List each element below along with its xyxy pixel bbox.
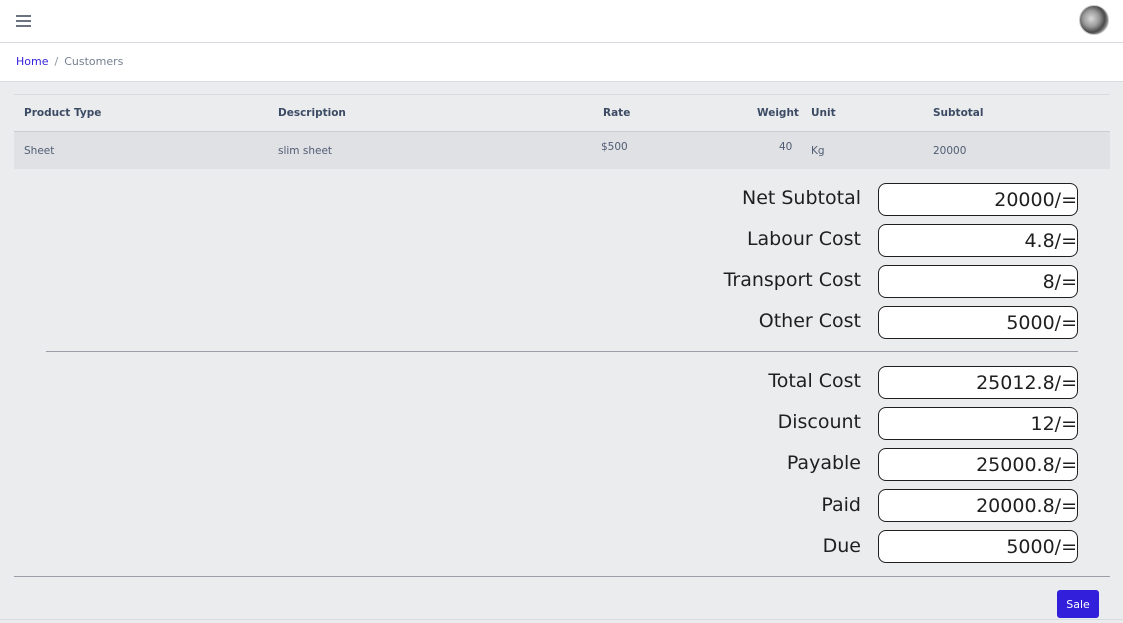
transport-cost-field[interactable] [878, 265, 1078, 298]
table-row: Sheet slim sheet $500 40 Kg 20000 [14, 132, 1110, 169]
column-header-subtotal: Subtotal [933, 107, 984, 119]
breadcrumb-current: Customers [64, 55, 124, 68]
transport-cost-label: Transport Cost [723, 269, 861, 291]
net-subtotal-label: Net Subtotal [741, 187, 861, 209]
table-header: Product Type Description Rate Weight Uni… [14, 95, 1110, 132]
breadcrumb-separator: / [54, 55, 59, 68]
column-header-description: Description [278, 107, 346, 119]
cell-unit: Kg [811, 145, 825, 157]
column-header-weight: Weight [757, 107, 799, 119]
discount-label: Discount [777, 411, 861, 433]
total-cost-label: Total Cost [768, 370, 861, 392]
total-cost-field[interactable] [878, 366, 1078, 399]
column-header-rate: Rate [603, 107, 631, 119]
labour-cost-label: Labour Cost [746, 228, 861, 250]
summary-divider [46, 351, 1078, 352]
other-cost-field[interactable] [878, 306, 1078, 339]
cell-weight: 40 [779, 141, 793, 153]
breadcrumb-bar: Home / Customers [0, 43, 1123, 82]
breadcrumb-home-link[interactable]: Home [16, 55, 48, 68]
cell-subtotal: 20000 [933, 145, 967, 157]
footer-divider [14, 576, 1110, 577]
column-header-unit: Unit [811, 107, 836, 119]
cell-rate: $500 [601, 141, 628, 153]
user-avatar[interactable] [1079, 5, 1109, 35]
due-label: Due [822, 535, 861, 557]
payable-field[interactable] [878, 448, 1078, 481]
paid-field[interactable] [878, 489, 1078, 522]
paid-label: Paid [821, 494, 861, 516]
cell-product-type: Sheet [24, 145, 55, 157]
breadcrumb: Home / Customers [16, 55, 123, 68]
payable-label: Payable [786, 452, 861, 474]
due-field[interactable] [878, 530, 1078, 563]
discount-field[interactable] [878, 407, 1078, 440]
other-cost-label: Other Cost [758, 310, 861, 332]
page-bottom-border [0, 619, 1123, 620]
column-header-product-type: Product Type [24, 107, 102, 119]
labour-cost-field[interactable] [878, 224, 1078, 257]
top-header [0, 0, 1123, 43]
cell-description: slim sheet [278, 145, 333, 157]
hamburger-menu-icon[interactable] [16, 14, 31, 27]
net-subtotal-field[interactable] [878, 183, 1078, 216]
sale-button[interactable]: Sale [1057, 590, 1099, 618]
